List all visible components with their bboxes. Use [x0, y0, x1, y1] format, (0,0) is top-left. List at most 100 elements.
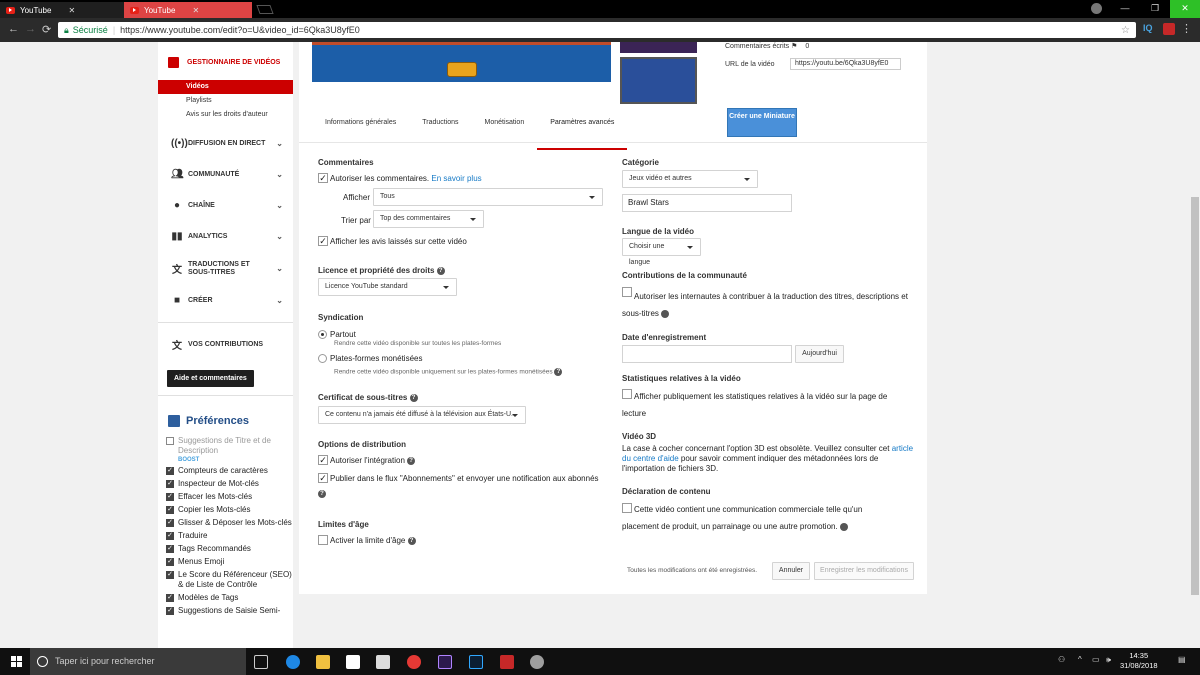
sidebar-item-create[interactable]: ■ CRÉER ⌄	[158, 285, 293, 316]
license-select[interactable]: Licence YouTube standard	[318, 278, 457, 296]
mail-icon[interactable]	[376, 655, 390, 669]
help-icon[interactable]: ?	[407, 456, 416, 465]
windows-start-icon[interactable]	[11, 656, 22, 667]
preference-item[interactable]: ✓ Compteurs de caractères	[158, 466, 293, 476]
monetized-radio[interactable]	[318, 354, 327, 363]
everywhere-radio[interactable]	[318, 330, 327, 339]
help-icon[interactable]: ?	[554, 368, 563, 376]
video-preview[interactable]	[312, 42, 611, 82]
show-select[interactable]: Tous	[373, 188, 603, 206]
sidebar-header-video-manager[interactable]: GESTIONNAIRE DE VIDÉOS	[158, 44, 293, 80]
preference-checkbox[interactable]: ✓	[166, 493, 174, 501]
language-select[interactable]: Choisir une langue	[622, 238, 701, 266]
show-ratings-checkbox[interactable]: ✓	[318, 236, 328, 246]
scrollbar-thumb[interactable]	[1191, 197, 1199, 595]
minimize-icon[interactable]: —	[1110, 0, 1140, 18]
help-icon[interactable]: ?	[318, 490, 326, 498]
iq-extension-icon[interactable]: IQ	[1143, 23, 1153, 33]
sidebar-item-analytics[interactable]: ▮▮ ANALYTICS ⌄	[158, 221, 293, 252]
tab-translations[interactable]: Traductions	[409, 114, 471, 142]
close-tab-icon[interactable]: ✕	[192, 6, 199, 15]
caption-select[interactable]: Ce contenu n'a jamais été diffusé à la t…	[318, 406, 526, 424]
age-limit-checkbox[interactable]	[318, 535, 328, 545]
save-button[interactable]: Enregistrer les modifications	[814, 562, 914, 580]
create-miniature-button[interactable]: Créer une Miniature	[727, 108, 797, 137]
learn-more-link[interactable]: En savoir plus	[431, 174, 481, 183]
menu-icon[interactable]: ⋮	[1181, 22, 1192, 35]
sidebar-item-translations[interactable]: 文 TRADUCTIONS ET SOUS-TITRES ⌄	[158, 252, 293, 285]
preference-item[interactable]: ✓ Menus Emoji	[158, 557, 293, 567]
sidebar-item-copyright[interactable]: Avis sur les droits d'auteur	[158, 108, 293, 122]
tab-monetization[interactable]: Monétisation	[472, 114, 538, 142]
store-icon[interactable]	[346, 655, 360, 669]
task-view-icon[interactable]	[254, 655, 268, 669]
extension-icon[interactable]	[1163, 23, 1175, 35]
preference-checkbox[interactable]: ✓	[166, 607, 174, 615]
file-explorer-icon[interactable]	[316, 655, 330, 669]
preference-item[interactable]: ✓ Suggestions de Saisie Semi-	[158, 606, 293, 616]
game-title-input[interactable]: Brawl Stars	[622, 194, 792, 212]
thumbnail-option[interactable]	[620, 42, 697, 53]
preference-checkbox[interactable]: ✓	[166, 506, 174, 514]
help-icon[interactable]: ?	[407, 536, 416, 545]
back-icon[interactable]: ←	[8, 23, 19, 35]
volume-icon[interactable]: 🕪︎	[1106, 655, 1111, 665]
recording-date-input[interactable]	[622, 345, 792, 363]
omnibox[interactable]: 🔒︎ Sécurisé | https://www.youtube.com/ed…	[58, 22, 1136, 38]
clock[interactable]: 14:35 31/08/2018	[1120, 651, 1158, 671]
close-window-icon[interactable]: ✕	[1170, 0, 1200, 18]
forward-icon[interactable]: →	[25, 23, 36, 35]
tab-advanced-settings[interactable]: Paramètres avancés	[537, 114, 628, 150]
photoshop-icon[interactable]	[469, 655, 483, 669]
video-url-field[interactable]: https://youtu.be/6Qka3U8yfE0	[790, 58, 901, 70]
bookmark-star-icon[interactable]: ☆	[1121, 25, 1130, 36]
preference-item[interactable]: ✓ Modèles de Tags	[158, 593, 293, 603]
preference-checkbox[interactable]: ✓	[166, 519, 174, 527]
preference-item[interactable]: ✓ Effacer les Mots-clés	[158, 492, 293, 502]
page-scrollbar[interactable]	[1190, 42, 1200, 648]
allow-embed-checkbox[interactable]: ✓	[318, 455, 328, 465]
help-icon[interactable]: ?	[839, 522, 856, 531]
chrome-icon[interactable]	[407, 655, 421, 669]
app-icon[interactable]	[500, 655, 514, 669]
tab-general-info[interactable]: Informations générales	[312, 114, 409, 142]
edge-icon[interactable]	[286, 655, 300, 669]
notifications-icon[interactable]: ▤	[1178, 655, 1186, 664]
sidebar-item-community[interactable]: 👥︎ COMMUNAUTÉ ⌄	[158, 159, 293, 190]
preference-checkbox[interactable]	[166, 437, 174, 445]
sidebar-item-contributions[interactable]: 文 VOS CONTRIBUTIONS	[158, 329, 293, 360]
allow-comments-checkbox[interactable]: ✓	[318, 173, 328, 183]
preference-checkbox[interactable]: ✓	[166, 545, 174, 553]
after-effects-icon[interactable]	[438, 655, 452, 669]
sidebar-item-playlists[interactable]: Playlists	[158, 94, 293, 108]
preference-checkbox[interactable]: ✓	[166, 571, 174, 579]
preference-item[interactable]: ✓ Tags Recommandés	[158, 544, 293, 554]
preference-checkbox[interactable]: ✓	[166, 467, 174, 475]
people-icon[interactable]: ⚇	[1058, 655, 1065, 664]
preference-item[interactable]: ✓ Le Score du Référenceur (SEO) & de List…	[158, 570, 293, 590]
battery-icon[interactable]: ▭	[1092, 655, 1100, 664]
thumbnail-selected[interactable]	[620, 57, 697, 104]
preference-checkbox[interactable]: ✓	[166, 594, 174, 602]
close-tab-icon[interactable]: ✕	[68, 6, 75, 15]
category-select[interactable]: Jeux vidéo et autres	[622, 170, 758, 188]
tray-arrow-icon[interactable]: ^	[1078, 655, 1082, 664]
sidebar-item-channel[interactable]: ● CHAÎNE ⌄	[158, 190, 293, 221]
help-icon[interactable]: ?	[661, 309, 677, 318]
profile-icon[interactable]	[1091, 3, 1102, 14]
preference-checkbox[interactable]: ✓	[166, 480, 174, 488]
preference-item[interactable]: ✓ Copier les Mots-clés	[158, 505, 293, 515]
preference-checkbox[interactable]: ✓	[166, 532, 174, 540]
maximize-icon[interactable]: ❐	[1140, 0, 1170, 18]
browser-tab-2[interactable]: YouTube ✕	[124, 2, 252, 18]
help-feedback-button[interactable]: Aide et commentaires	[167, 370, 254, 387]
preference-item[interactable]: ✓ Traduire	[158, 531, 293, 541]
sidebar-item-live[interactable]: ((•)) DIFFUSION EN DIRECT ⌄	[158, 128, 293, 159]
new-tab-button[interactable]	[256, 5, 274, 14]
reload-icon[interactable]: ⟳	[42, 23, 51, 36]
sort-select[interactable]: Top des commentaires	[373, 210, 484, 228]
help-icon[interactable]: ?	[409, 393, 418, 402]
preference-checkbox[interactable]: ✓	[166, 558, 174, 566]
help-icon[interactable]: ?	[436, 266, 445, 275]
today-button[interactable]: Aujourd'hui	[795, 345, 844, 363]
